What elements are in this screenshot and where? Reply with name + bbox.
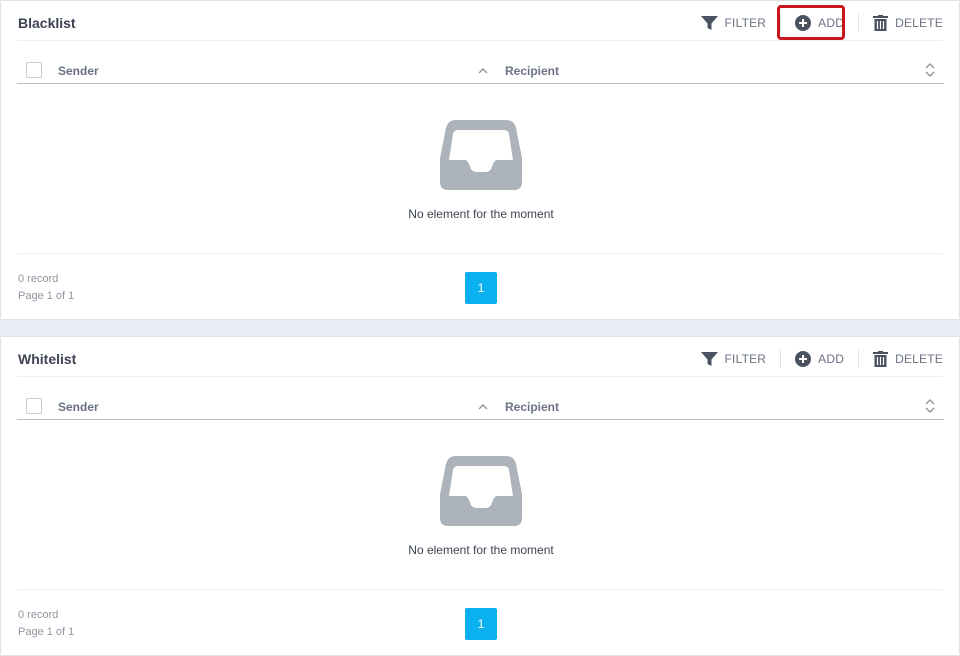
toolbar-separator	[858, 14, 860, 32]
delete-label: DELETE	[895, 16, 943, 30]
table-header: Sender Recipient	[17, 393, 944, 420]
panel-title: Blacklist	[18, 15, 76, 31]
empty-message: No element for the moment	[408, 543, 554, 557]
column-header-recipient[interactable]: Recipient	[505, 400, 559, 414]
highlight-box	[777, 5, 845, 40]
delete-label: DELETE	[895, 352, 943, 366]
divider	[17, 376, 943, 377]
trash-icon	[873, 15, 889, 31]
add-button[interactable]: ADD	[795, 349, 844, 369]
table-header: Sender Recipient	[17, 57, 944, 84]
select-all-checkbox[interactable]	[26, 398, 42, 414]
divider	[17, 253, 943, 254]
filter-label: FILTER	[724, 16, 767, 30]
select-all-checkbox[interactable]	[26, 62, 42, 78]
trash-icon	[873, 351, 889, 367]
record-count: 0 record	[18, 609, 59, 621]
toolbar-separator	[780, 350, 782, 368]
sort-icon[interactable]	[924, 398, 936, 419]
filter-button[interactable]: FILTER	[700, 349, 767, 369]
add-label: ADD	[818, 352, 845, 366]
whitelist-panel: Whitelist FILTER ADD DELETE Sender Recip…	[0, 336, 960, 656]
empty-message: No element for the moment	[408, 207, 554, 221]
filter-icon	[700, 351, 718, 367]
filter-icon	[700, 15, 718, 31]
delete-button[interactable]: DELETE	[873, 13, 943, 33]
sort-asc-icon[interactable]	[477, 64, 489, 82]
filter-button[interactable]: FILTER	[700, 13, 767, 33]
page-info: Page 1 of 1	[18, 290, 75, 302]
filter-label: FILTER	[724, 352, 767, 366]
column-header-sender[interactable]: Sender	[58, 64, 99, 78]
panel-title: Whitelist	[18, 351, 77, 367]
record-count: 0 record	[18, 273, 59, 285]
page-info: Page 1 of 1	[18, 626, 75, 638]
page-button-current[interactable]: 1	[465, 608, 497, 640]
inbox-empty-icon	[440, 120, 522, 197]
blacklist-panel: Blacklist FILTER ADD DELETE Sender Recip…	[0, 0, 960, 320]
inbox-empty-icon	[440, 456, 522, 533]
toolbar: FILTER ADD DELETE	[700, 349, 943, 369]
divider	[17, 40, 943, 41]
sort-icon[interactable]	[924, 62, 936, 83]
sort-asc-icon[interactable]	[477, 400, 489, 418]
add-circle-icon	[795, 351, 812, 367]
column-header-recipient[interactable]: Recipient	[505, 64, 559, 78]
delete-button[interactable]: DELETE	[873, 349, 943, 369]
divider	[17, 589, 943, 590]
page-button-current[interactable]: 1	[465, 272, 497, 304]
toolbar-separator	[858, 350, 860, 368]
column-header-sender[interactable]: Sender	[58, 400, 99, 414]
